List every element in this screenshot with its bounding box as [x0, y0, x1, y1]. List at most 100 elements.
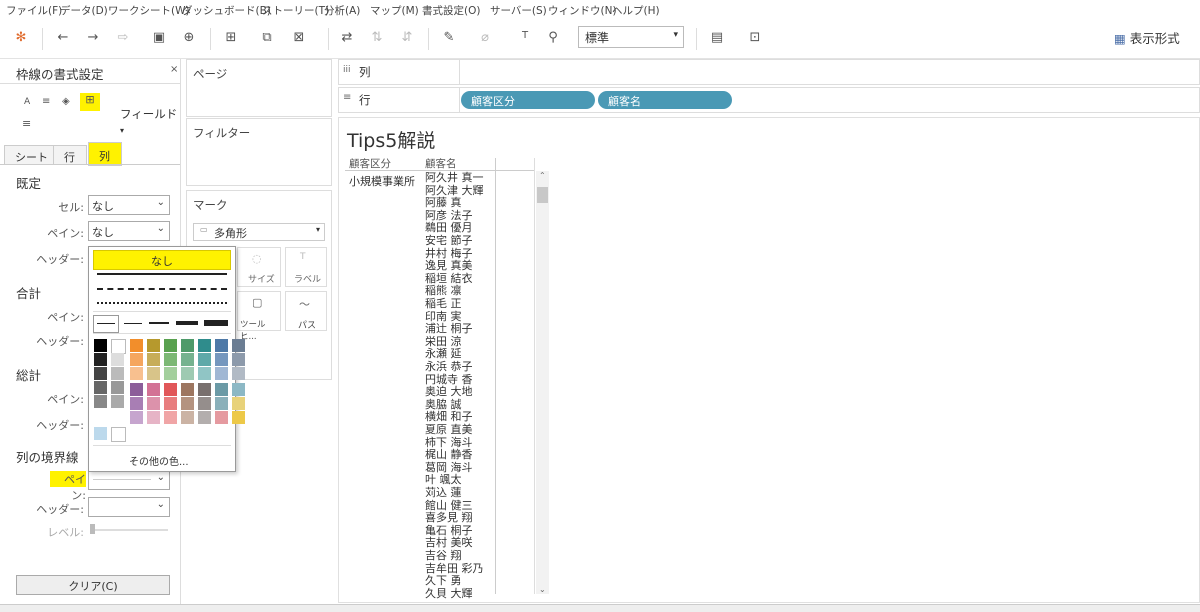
shading-icon[interactable]: ◈	[62, 96, 70, 107]
color-swatch[interactable]	[164, 339, 177, 352]
level-slider-handle[interactable]	[90, 524, 95, 534]
color-swatch[interactable]	[147, 383, 160, 396]
color-swatch[interactable]	[232, 353, 245, 366]
color-swatch[interactable]	[111, 353, 124, 366]
color-swatch[interactable]	[130, 411, 143, 424]
color-swatch[interactable]	[111, 395, 124, 408]
label-icon[interactable]: T	[516, 30, 534, 41]
color-swatch[interactable]	[198, 339, 211, 352]
color-swatch[interactable]	[215, 353, 228, 366]
border-none-option[interactable]: なし	[93, 250, 231, 270]
color-swatch[interactable]	[147, 411, 160, 424]
undo-icon[interactable]: ←	[54, 30, 72, 45]
pill-customer-segment[interactable]: 顧客区分	[461, 91, 595, 109]
duplicate-icon[interactable]: ⧉	[258, 30, 276, 45]
divider-header-select[interactable]: ⌄	[88, 497, 170, 517]
cell-select[interactable]: なし ⌄	[88, 195, 170, 215]
new-datasource-icon[interactable]: ⊕	[180, 30, 198, 45]
width-1-option[interactable]	[124, 323, 142, 324]
more-colors-option[interactable]: その他の色...	[129, 453, 189, 468]
line-dashed-option[interactable]	[97, 288, 227, 290]
path-button[interactable]: 〜 パス	[285, 291, 327, 331]
tooltip-button[interactable]: ▢ ツールヒ...	[237, 291, 281, 342]
menu-data[interactable]: データ(D)	[60, 3, 108, 18]
tab-columns[interactable]: 列	[88, 142, 122, 166]
color-swatch[interactable]	[130, 397, 143, 410]
color-swatch[interactable]	[164, 397, 177, 410]
color-swatch[interactable]	[181, 367, 194, 380]
color-swatch[interactable]	[164, 367, 177, 380]
menu-help[interactable]: ヘルプ(H)	[612, 3, 660, 18]
color-swatch[interactable]	[232, 339, 245, 352]
color-swatch[interactable]	[130, 383, 143, 396]
color-swatch[interactable]	[232, 397, 245, 410]
width-thin-option[interactable]	[93, 315, 119, 333]
menu-map[interactable]: マップ(M)	[370, 3, 419, 18]
color-swatch[interactable]	[198, 367, 211, 380]
color-swatch[interactable]	[147, 397, 160, 410]
clear-button[interactable]: クリア(C)	[16, 575, 170, 595]
menu-analysis[interactable]: 分析(A)	[324, 3, 360, 18]
rows-shelf[interactable]: ≡ 行 顧客区分 顧客名	[338, 87, 1200, 113]
tableau-logo-icon[interactable]: ✻	[12, 30, 30, 45]
width-3-option[interactable]	[176, 321, 198, 325]
divider-pane-select[interactable]: ⌄	[88, 470, 170, 490]
group-icon[interactable]: ⌀	[476, 30, 494, 45]
color-swatch[interactable]	[215, 339, 228, 352]
menu-file[interactable]: ファイル(F)	[6, 3, 62, 18]
color-swatch[interactable]	[94, 367, 107, 380]
color-swatch[interactable]	[111, 367, 124, 380]
color-swatch[interactable]	[181, 397, 194, 410]
save-icon[interactable]: ▣	[150, 30, 168, 45]
close-icon[interactable]: ×	[170, 64, 178, 75]
menu-server[interactable]: サーバー(S)	[490, 3, 547, 18]
alignment-icon[interactable]: ≡	[42, 96, 50, 107]
fit-dropdown[interactable]: 標準 ▾	[578, 26, 684, 48]
color-swatch[interactable]	[232, 367, 245, 380]
color-swatch[interactable]	[111, 339, 126, 354]
color-swatch[interactable]	[130, 367, 143, 380]
chevron-down-icon[interactable]: ⌄	[539, 585, 546, 594]
menu-worksheet[interactable]: ワークシート(W)	[108, 3, 190, 18]
borders-icon[interactable]: ⊞	[80, 93, 100, 111]
color-swatch[interactable]	[181, 383, 194, 396]
color-swatch[interactable]	[232, 411, 245, 424]
sort-asc-icon[interactable]: ⇅	[368, 30, 386, 45]
mark-type-dropdown[interactable]: ▭ 多角形 ▾	[193, 223, 325, 241]
color-swatch[interactable]	[164, 353, 177, 366]
vertical-scrollbar[interactable]: ⌃ ⌄	[536, 171, 549, 594]
pin-icon[interactable]: ⚲	[544, 30, 562, 45]
color-swatch[interactable]	[94, 395, 107, 408]
color-swatch[interactable]	[130, 353, 143, 366]
color-swatch[interactable]	[181, 339, 194, 352]
columns-shelf[interactable]: iii 列	[338, 59, 1200, 85]
highlight-icon[interactable]: ✎	[440, 30, 458, 45]
redo-icon[interactable]: →	[84, 30, 102, 45]
chevron-up-icon[interactable]: ⌃	[539, 171, 546, 180]
line-solid-option[interactable]	[97, 273, 227, 275]
clear-sheet-icon[interactable]: ⊠	[290, 30, 308, 45]
color-swatch[interactable]	[111, 427, 126, 442]
color-swatch[interactable]	[215, 383, 228, 396]
line-dotted-option[interactable]	[97, 302, 227, 304]
color-swatch[interactable]	[215, 367, 228, 380]
color-swatch[interactable]	[198, 411, 211, 424]
pill-customer-name[interactable]: 顧客名	[598, 91, 732, 109]
card-icon[interactable]: ▤	[708, 30, 726, 45]
size-button[interactable]: ◌ サイズ	[237, 247, 281, 287]
presentation-icon[interactable]: ⊡	[746, 30, 764, 45]
color-swatch[interactable]	[232, 383, 245, 396]
label-button[interactable]: T ラベル	[285, 247, 327, 287]
pane-select[interactable]: なし ⌄	[88, 221, 170, 241]
color-swatch[interactable]	[94, 353, 107, 366]
show-me-button[interactable]: ▦ 表示形式	[1114, 28, 1180, 47]
width-2-option[interactable]	[149, 322, 169, 324]
color-swatch[interactable]	[147, 367, 160, 380]
color-swatch[interactable]	[164, 411, 177, 424]
color-swatch[interactable]	[198, 353, 211, 366]
new-worksheet-icon[interactable]: ⊞	[222, 30, 240, 45]
fields-dropdown[interactable]: フィールド ▾	[120, 106, 180, 136]
menu-story[interactable]: ストーリー(T)	[262, 3, 329, 18]
color-swatch[interactable]	[198, 397, 211, 410]
level-slider[interactable]	[90, 529, 168, 531]
